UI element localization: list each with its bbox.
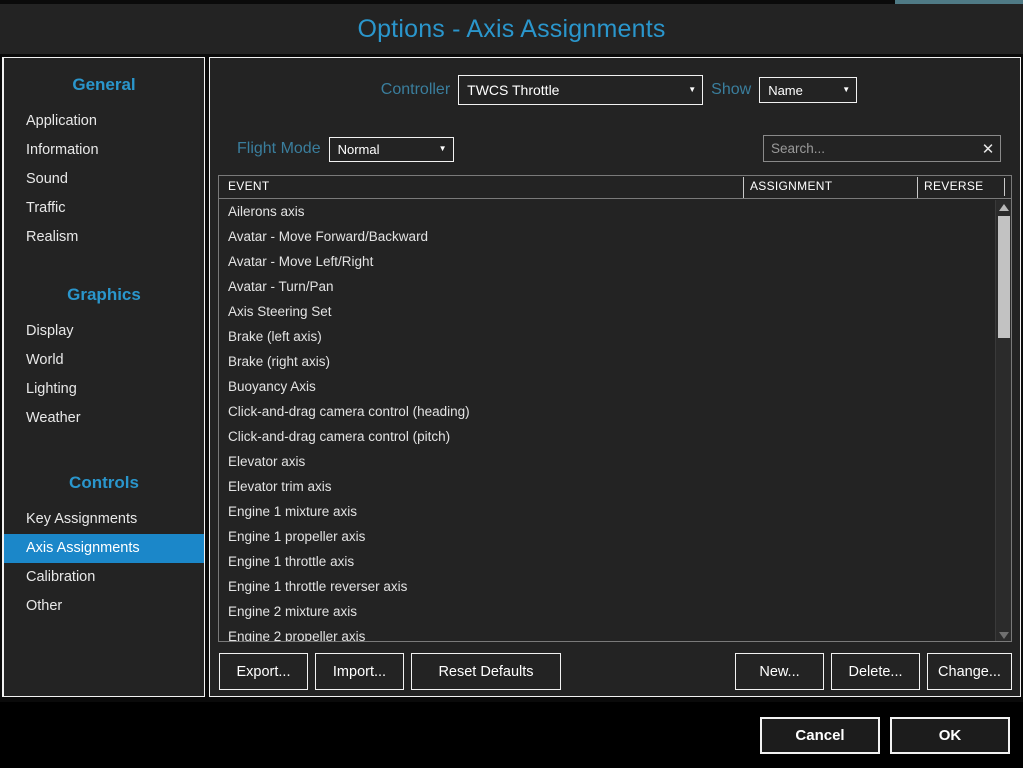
chevron-down-icon: ▼ — [438, 144, 447, 153]
table-row[interactable]: Avatar - Move Left/Right — [219, 249, 1011, 274]
table-row[interactable]: Buoyancy Axis — [219, 374, 1011, 399]
controller-label: Controller — [380, 81, 451, 98]
close-icon[interactable]: ✕ — [976, 140, 1000, 158]
sidebar-item-traffic[interactable]: Traffic — [4, 194, 204, 223]
main-panel: Controller TWCS Throttle ▼ Show Name ▼ F… — [209, 57, 1021, 697]
sidebar-item-axis-assignments[interactable]: Axis Assignments — [4, 534, 204, 563]
triangle-down-icon[interactable] — [996, 628, 1011, 641]
delete-button[interactable]: Delete... — [831, 653, 920, 690]
table-row[interactable]: Axis Steering Set — [219, 299, 1011, 324]
window-body: General Application Information Sound Tr… — [0, 57, 1023, 700]
reset-defaults-button[interactable]: Reset Defaults — [411, 653, 561, 690]
export-button[interactable]: Export... — [219, 653, 308, 690]
sidebar-heading-general: General — [72, 75, 136, 94]
sidebar-group-graphics: Graphics Display World Lighting Weather — [4, 252, 204, 433]
column-header-event[interactable]: EVENT — [228, 179, 270, 193]
table-row[interactable]: Ailerons axis — [219, 199, 1011, 224]
table-row[interactable]: Click-and-drag camera control (heading) — [219, 399, 1011, 424]
ok-button[interactable]: OK — [890, 717, 1010, 754]
sidebar-item-other[interactable]: Other — [4, 592, 204, 621]
options-window: Options - Axis Assignments General Appli… — [0, 0, 1023, 768]
scrollbar-thumb[interactable] — [998, 216, 1010, 338]
show-label: Show — [711, 81, 752, 98]
sidebar-item-weather[interactable]: Weather — [4, 404, 204, 433]
sidebar-item-realism[interactable]: Realism — [4, 223, 204, 252]
table-row[interactable]: Avatar - Move Forward/Backward — [219, 224, 1011, 249]
column-divider — [917, 177, 918, 198]
flight-mode-group: Flight Mode Normal ▼ — [229, 134, 454, 164]
table-row[interactable]: Engine 1 mixture axis — [219, 499, 1011, 524]
table-row[interactable]: Engine 1 throttle axis — [219, 549, 1011, 574]
controller-row: Controller TWCS Throttle ▼ Show Name ▼ — [210, 74, 1020, 106]
sidebar-item-sound[interactable]: Sound — [4, 165, 204, 194]
flight-mode-label: Flight Mode — [237, 140, 321, 157]
table-row[interactable]: Engine 2 mixture axis — [219, 599, 1011, 624]
chevron-down-icon: ▼ — [688, 85, 697, 94]
show-select-value: Name — [768, 82, 803, 98]
table-row[interactable]: Engine 1 propeller axis — [219, 524, 1011, 549]
table-row[interactable]: Elevator trim axis — [219, 474, 1011, 499]
controller-select-value: TWCS Throttle — [467, 82, 560, 98]
column-divider — [743, 177, 744, 198]
sidebar-group-controls: Controls Key Assignments Axis Assignment… — [4, 433, 204, 621]
page-title: Options - Axis Assignments — [357, 14, 666, 43]
title-bar: Options - Axis Assignments — [0, 4, 1023, 54]
table-body: Ailerons axis Avatar - Move Forward/Back… — [219, 199, 1011, 641]
sidebar-item-lighting[interactable]: Lighting — [4, 375, 204, 404]
search-input[interactable]: Search... — [764, 141, 976, 156]
flight-mode-select-value: Normal — [337, 141, 380, 157]
dialog-footer: Cancel OK — [0, 702, 1023, 768]
action-button-bar: Export... Import... Reset Defaults New..… — [210, 653, 1020, 693]
sidebar: General Application Information Sound Tr… — [2, 57, 205, 697]
search-box[interactable]: Search... ✕ — [763, 135, 1001, 162]
column-header-reverse[interactable]: REVERSE — [924, 179, 983, 193]
table-row[interactable]: Elevator axis — [219, 449, 1011, 474]
sidebar-item-key-assignments[interactable]: Key Assignments — [4, 505, 204, 534]
sidebar-item-display[interactable]: Display — [4, 317, 204, 346]
column-divider — [1004, 178, 1005, 196]
table-row[interactable]: Brake (left axis) — [219, 324, 1011, 349]
controller-select[interactable]: TWCS Throttle ▼ — [458, 75, 704, 105]
sidebar-item-information[interactable]: Information — [4, 136, 204, 165]
sidebar-group-general: General Application Information Sound Tr… — [4, 58, 204, 252]
table-row[interactable]: Click-and-drag camera control (pitch) — [219, 424, 1011, 449]
table-row[interactable]: Engine 2 propeller axis — [219, 624, 1011, 641]
flight-mode-select[interactable]: Normal ▼ — [328, 136, 454, 162]
sidebar-item-world[interactable]: World — [4, 346, 204, 375]
table-row[interactable]: Brake (right axis) — [219, 349, 1011, 374]
show-select[interactable]: Name ▼ — [759, 77, 858, 103]
chevron-down-icon: ▼ — [842, 85, 851, 94]
table-header-row: EVENT ASSIGNMENT REVERSE — [219, 176, 1011, 199]
filter-row: Flight Mode Normal ▼ Search... ✕ — [210, 134, 1020, 164]
table-row[interactable]: Avatar - Turn/Pan — [219, 274, 1011, 299]
sidebar-item-application[interactable]: Application — [4, 107, 204, 136]
triangle-up-icon[interactable] — [996, 200, 1011, 214]
vertical-scrollbar[interactable] — [995, 200, 1011, 641]
sidebar-item-calibration[interactable]: Calibration — [4, 563, 204, 592]
change-button[interactable]: Change... — [927, 653, 1012, 690]
sidebar-heading-graphics: Graphics — [67, 285, 141, 304]
assignments-table: EVENT ASSIGNMENT REVERSE Ailerons axis A… — [218, 175, 1012, 642]
sidebar-heading-controls: Controls — [69, 473, 139, 492]
column-header-assignment[interactable]: ASSIGNMENT — [750, 179, 832, 193]
cancel-button[interactable]: Cancel — [760, 717, 880, 754]
import-button[interactable]: Import... — [315, 653, 404, 690]
new-button[interactable]: New... — [735, 653, 824, 690]
table-row[interactable]: Engine 1 throttle reverser axis — [219, 574, 1011, 599]
